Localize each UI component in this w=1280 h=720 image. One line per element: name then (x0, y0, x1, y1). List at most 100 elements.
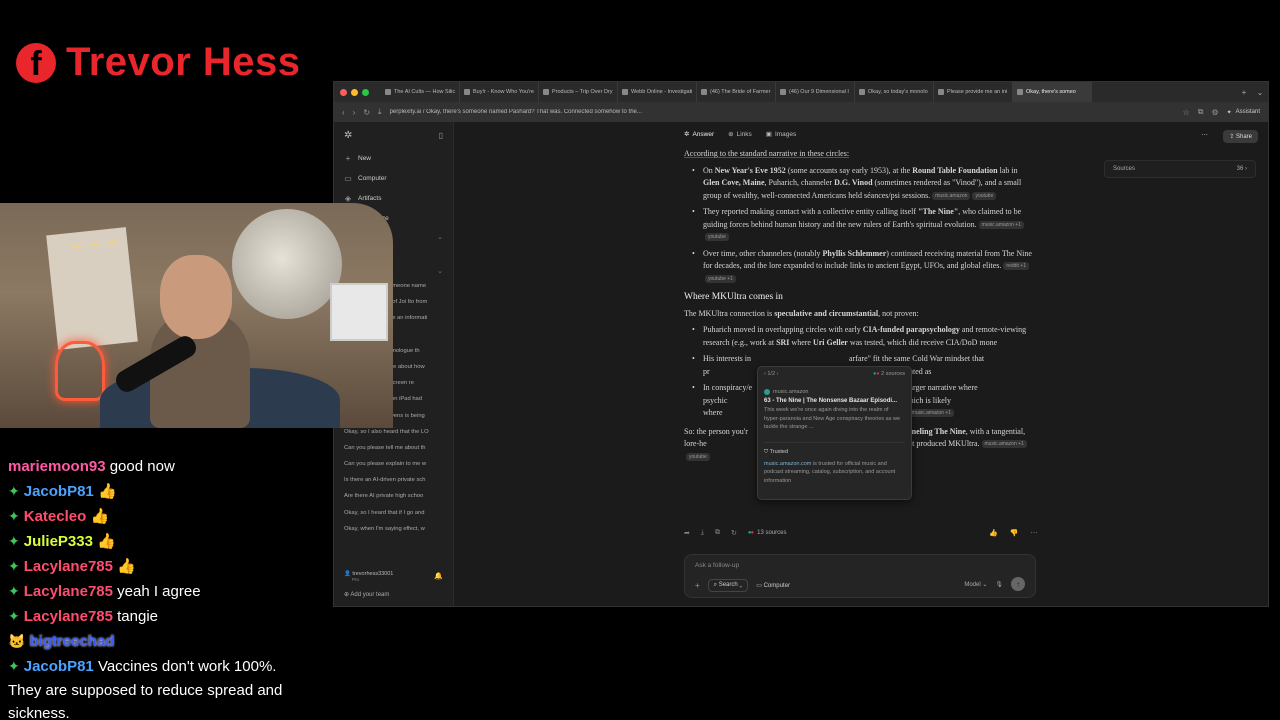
prev-source-icon[interactable]: ‹ (764, 371, 766, 377)
tab-favicon-icon (543, 89, 549, 95)
zoom-window-button[interactable] (362, 88, 369, 96)
tab-menu-icon[interactable]: ⌄ (1252, 88, 1268, 97)
webcam-feed: ~ ~ ~ (0, 203, 393, 428)
browser-tab[interactable]: Buy!r - Know Who You're (460, 82, 539, 102)
chat-username: bigtreechad (29, 633, 115, 650)
minimize-window-button[interactable] (351, 88, 358, 96)
followup-box[interactable]: Ask a follow-up + ⌕ Search ⌄ ▭ Computer … (684, 554, 1036, 598)
browser-tab[interactable]: Okay, so today's monolo (855, 82, 934, 102)
browser-tab[interactable]: The AI Cults — How Silic (381, 82, 460, 102)
perplexity-logo-icon[interactable]: ✲ (344, 130, 352, 141)
browser-tab[interactable]: Products – Trip Over Dry (539, 82, 618, 102)
history-item[interactable]: Okay, when I'm saying effect, w (334, 521, 453, 537)
browser-tab[interactable]: Okay, there's someo (1013, 82, 1092, 102)
browser-tab[interactable]: (46) The Bride of Farmer (697, 82, 776, 102)
citation-chip[interactable]: youtube (686, 452, 710, 461)
tabs: The AI Cults — How Silic Buy!r - Know Who… (381, 82, 1236, 102)
user-avatar-icon: 👤 (344, 571, 351, 577)
sidebar-item-new[interactable]: + New (334, 148, 453, 168)
gem-badge-icon: ✦ (8, 558, 20, 574)
citation-chip[interactable]: music.amazon (932, 191, 971, 200)
tab-label: Links (736, 130, 752, 138)
reload-icon[interactable]: ↻ (363, 108, 370, 117)
followup-input[interactable]: Ask a follow-up (695, 562, 739, 569)
citation-chip[interactable]: music.amazon +1 (908, 409, 954, 418)
history-item[interactable]: Are there AI private high schoo (334, 488, 453, 504)
tab-answer[interactable]: ✲ Answer (684, 130, 714, 139)
citation-chip[interactable]: youtube +1 (705, 274, 736, 283)
section-intro: The MKUltra connection is speculative an… (684, 308, 919, 318)
sidebar-item-label: New (358, 154, 372, 162)
answer-icon: ✲ (684, 131, 690, 138)
settings-icon[interactable]: ⚙ (1211, 108, 1218, 117)
bookmark-icon[interactable]: ☆ (1183, 108, 1190, 117)
citation-chip[interactable]: youtube (705, 233, 729, 242)
main-panel: ✲ Answer ⊕ Links ▣ Images ⋯ ⇪ Share Sources 3… (454, 122, 1268, 606)
list-item-text: They reported making contact with a coll… (703, 207, 1022, 229)
new-tab-button[interactable]: + (1236, 88, 1252, 97)
more-options-icon[interactable]: ⋯ (1201, 131, 1208, 139)
search-mode-button[interactable]: ⌕ Search ⌄ (707, 579, 749, 592)
tab-label: Images (774, 130, 797, 138)
thumbs-up-icon[interactable]: 👍 (989, 529, 998, 537)
microphone-icon[interactable]: 🎙 (995, 581, 1003, 588)
neon-light-icon (55, 341, 105, 401)
tab-favicon-icon (701, 89, 707, 95)
answer-feedback: 👍 👎 ⋯ (989, 529, 1037, 537)
model-selector[interactable]: Model ⌄ (964, 581, 987, 588)
add-team-button[interactable]: ⊕ Add your team (344, 591, 389, 598)
source-popover[interactable]: ‹ 1/2 › ●● 2 sources music.amazon 63 - T… (757, 366, 912, 500)
more-icon[interactable]: ⋯ (1030, 529, 1037, 537)
tab-label: Okay, there's someo (1026, 89, 1076, 95)
trusted-domain-link[interactable]: music.amazon.com (764, 461, 811, 467)
gem-badge-icon: ✦ (8, 658, 20, 674)
sources-panel-button[interactable]: Sources 36 › (1104, 160, 1256, 178)
next-source-icon[interactable]: › (777, 371, 779, 377)
user-account[interactable]: 👤 trevorhess33001 Pro (344, 571, 393, 582)
sidebar-item-computer[interactable]: ▭ Computer (334, 168, 453, 188)
share-answer-icon[interactable]: ➦ (684, 529, 690, 537)
citation-chip[interactable]: youtube (972, 191, 997, 200)
download-icon[interactable]: ⤓ (378, 107, 382, 117)
history-item[interactable]: Can you please tell me about th (334, 440, 453, 456)
chat-message: ✦ JacobP81 Vaccines don't work 100%. (8, 654, 328, 679)
tab-images[interactable]: ▣ Images (766, 130, 797, 139)
assistant-icon: ✦ (1226, 109, 1232, 116)
sources-count-button[interactable]: ● ● 13 sources (748, 530, 787, 536)
rewrite-icon[interactable]: ↻ (731, 529, 737, 537)
notification-bell-icon[interactable]: 🔔 (434, 572, 443, 580)
collapse-sidebar-icon[interactable]: ▯ (439, 131, 443, 140)
extensions-icon[interactable]: ⧉ (1198, 107, 1204, 117)
send-button[interactable]: ↑ (1011, 577, 1025, 591)
chat-message: ✦ Lacylane785 👍 (8, 554, 328, 579)
browser-tab[interactable]: Webb Online - Investigati (618, 82, 697, 102)
share-button[interactable]: ⇪ Share (1223, 130, 1258, 143)
attach-icon[interactable]: + (695, 581, 700, 590)
tab-favicon-icon (1017, 89, 1023, 95)
citation-chip[interactable]: music.amazon +1 (978, 220, 1024, 229)
citation-chip[interactable]: music.amazon +1 (981, 440, 1027, 449)
tab-label: The AI Cults — How Silic (394, 89, 456, 95)
assistant-button[interactable]: ✦ Assistant (1227, 109, 1260, 116)
citation-chip[interactable]: reddit +1 (1003, 262, 1029, 271)
history-item[interactable]: Can you please explain to me w (334, 456, 453, 472)
history-item[interactable]: Is there an AI-driven private sch (334, 472, 453, 488)
tab-links[interactable]: ⊕ Links (728, 130, 752, 139)
browser-tab[interactable]: Please provide me an ini (934, 82, 1013, 102)
chat-text: good now (109, 458, 175, 475)
streamer-brand: f Trevor Hess (16, 40, 301, 85)
share-icon: ⇪ (1229, 134, 1235, 140)
export-icon[interactable]: ⤓ (701, 529, 704, 537)
browser-tab[interactable]: (46) Our 9 Dimensional I (776, 82, 855, 102)
popover-source-title[interactable]: 63 - The Nine | The Nonsense Bazaar Epis… (764, 398, 905, 404)
gem-badge-icon: ✦ (8, 508, 20, 524)
back-icon[interactable]: ‹ (342, 108, 345, 117)
browser-window: The AI Cults — How Silic Buy!r - Know Who… (333, 81, 1269, 607)
history-item[interactable]: Okay, so I heard that if I go and (334, 505, 453, 521)
thumbs-down-icon[interactable]: 👎 (1010, 529, 1019, 537)
close-window-button[interactable] (340, 88, 347, 96)
computer-mode-button[interactable]: ▭ Computer (756, 582, 790, 589)
url-field[interactable]: perplexity.ai / Okay, there's someone na… (390, 109, 1175, 115)
forward-icon[interactable]: › (353, 108, 356, 117)
copy-icon[interactable]: ⧉ (715, 529, 720, 537)
